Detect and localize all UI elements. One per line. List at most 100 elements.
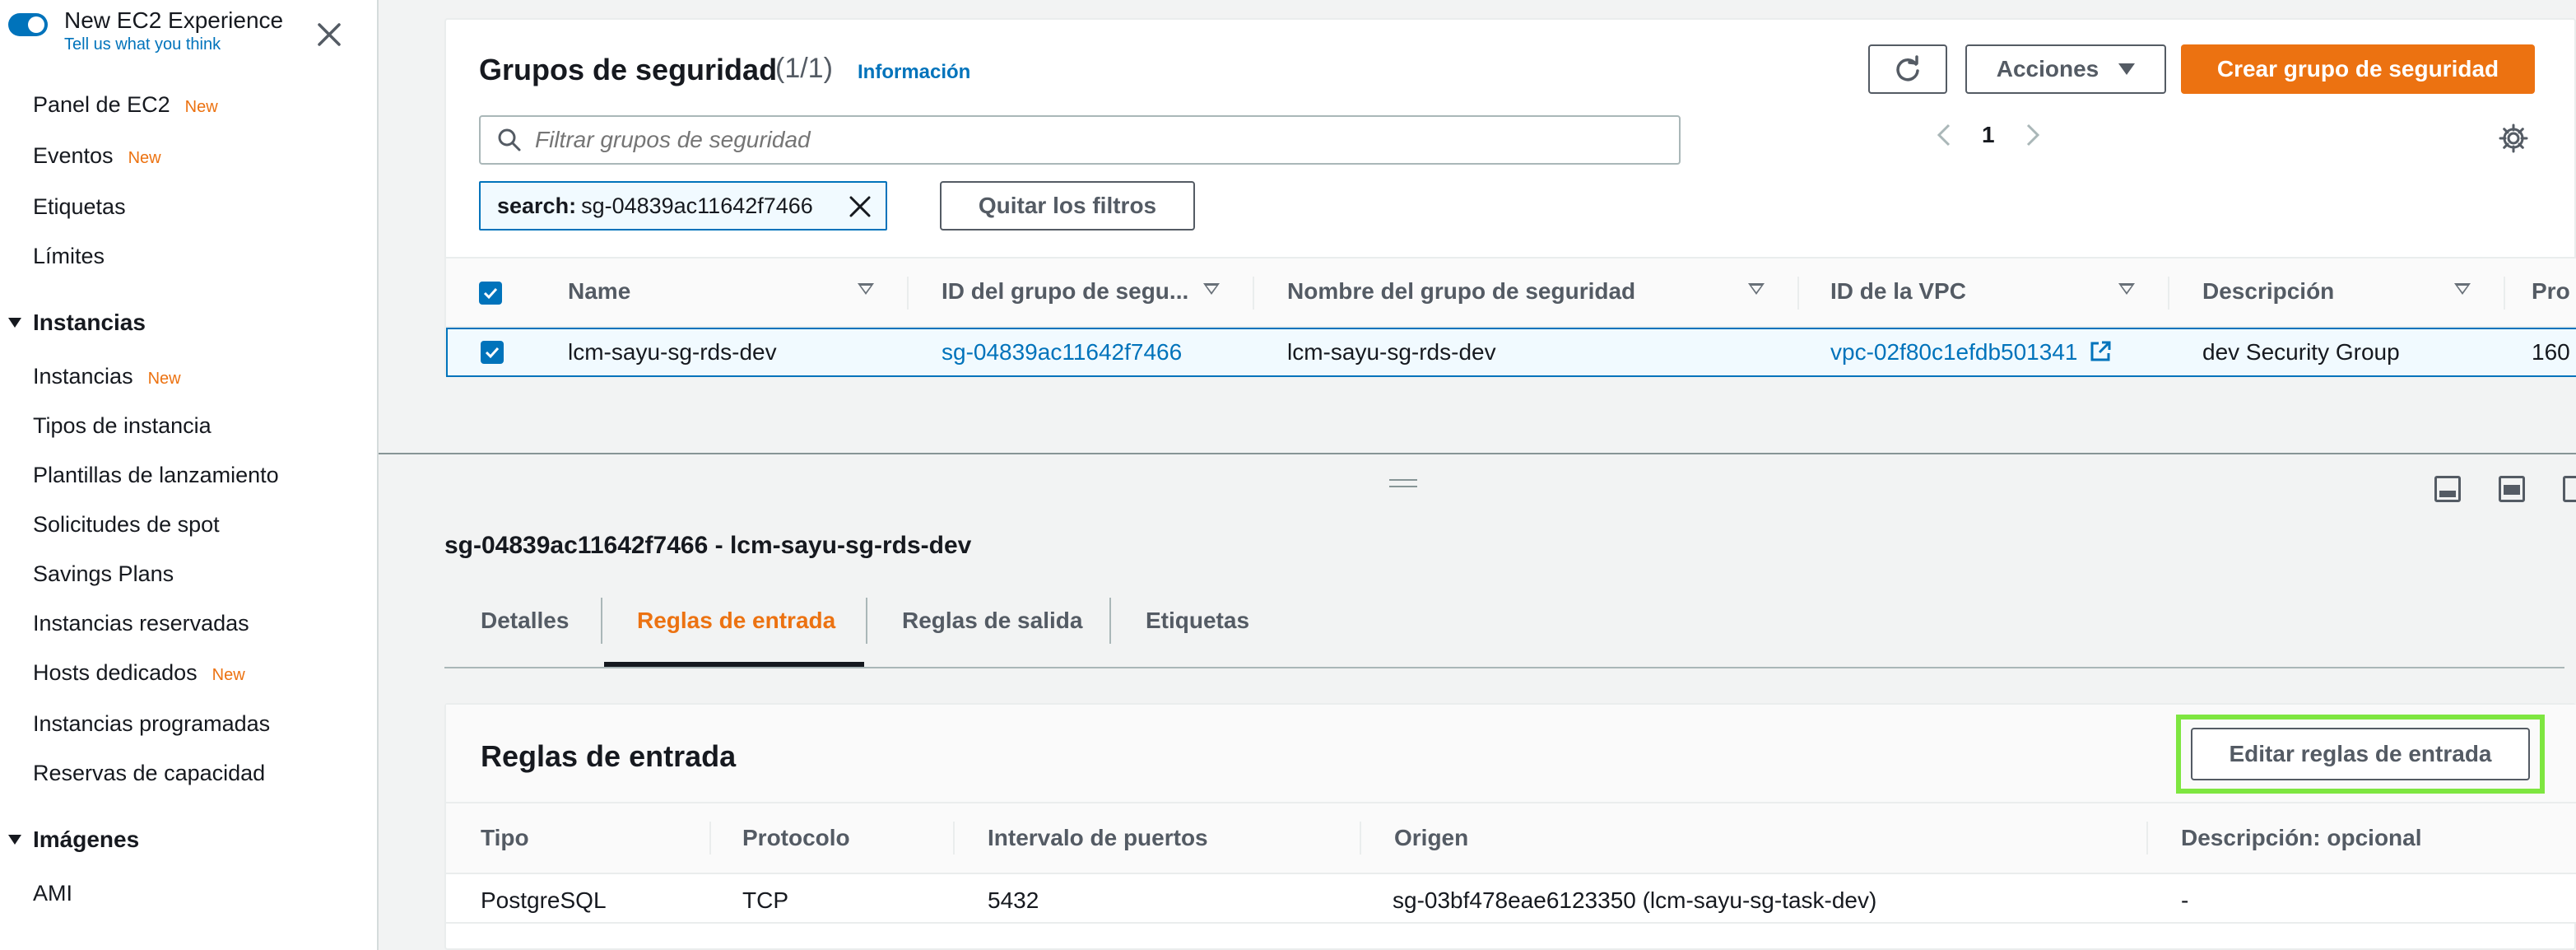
edit-inbound-rules-button[interactable]: Editar reglas de entrada: [2191, 728, 2530, 780]
table-row[interactable]: lcm-sayu-sg-rds-dev sg-04839ac11642f7466…: [446, 328, 2576, 377]
cell-vpc-id-link[interactable]: vpc-02f80c1efdb501341: [1830, 339, 2112, 366]
sidebar-item-label: Instancias: [33, 364, 133, 389]
column-divider[interactable]: [709, 822, 711, 855]
chevron-left-icon[interactable]: [1936, 122, 1952, 148]
column-header-group-id[interactable]: ID del grupo de segu...: [942, 278, 1188, 305]
tab-outbound-rules[interactable]: Reglas de salida: [902, 608, 1082, 634]
filter-search-input[interactable]: [535, 127, 1605, 153]
sidebar-item-tags[interactable]: Etiquetas: [33, 193, 126, 221]
column-divider[interactable]: [907, 277, 909, 310]
chevron-right-icon[interactable]: [2025, 122, 2041, 148]
tab-separator: [1109, 598, 1111, 644]
sidebar-item-limits[interactable]: Límites: [33, 242, 105, 270]
sidebar-item-label: Panel de EC2: [33, 92, 170, 117]
panel-title: Grupos de seguridad: [479, 53, 778, 86]
layout-side-icon[interactable]: [2563, 476, 2576, 502]
filter-search-box[interactable]: [479, 115, 1681, 165]
new-badge: New: [212, 666, 245, 684]
info-link[interactable]: Información: [858, 61, 970, 84]
pagination: 1: [1936, 122, 2041, 148]
column-divider[interactable]: [2168, 277, 2169, 310]
new-experience-toggle-row: New EC2 Experience Tell us what you thin…: [8, 7, 283, 54]
details-tabs: Detalles Reglas de entrada Reglas de sal…: [444, 593, 2564, 668]
section-label: Imágenes: [33, 827, 140, 852]
sidebar-item-label: Etiquetas: [33, 194, 126, 219]
refresh-icon: [1896, 55, 1919, 81]
layout-bottom-icon[interactable]: [2434, 476, 2461, 502]
sidebar-item-ec2-dashboard[interactable]: Panel de EC2 New: [33, 91, 218, 121]
create-security-group-button[interactable]: Crear grupo de seguridad: [2181, 44, 2535, 94]
search-icon: [498, 128, 521, 151]
sidebar-item-ami[interactable]: AMI: [33, 879, 72, 907]
column-divider[interactable]: [1797, 277, 1799, 310]
column-divider[interactable]: [953, 822, 955, 855]
new-badge: New: [147, 370, 181, 388]
filter-token-value: sg-04839ac11642f7466: [581, 193, 813, 218]
sidebar-item-dedicated-hosts[interactable]: Hosts dedicados New: [33, 659, 245, 689]
sort-icon[interactable]: [1203, 283, 1220, 295]
sidebar-item-instances[interactable]: Instancias New: [33, 362, 181, 393]
inbound-rules-panel: Reglas de entrada Editar reglas de entra…: [444, 703, 2576, 950]
column-header-vpc-id[interactable]: ID de la VPC: [1830, 278, 1966, 305]
column-divider[interactable]: [1253, 277, 1254, 310]
sidebar-item-label: AMI: [33, 881, 73, 906]
sidebar-item-events[interactable]: Eventos New: [33, 142, 161, 172]
gear-icon[interactable]: [2499, 123, 2528, 153]
actions-dropdown-button[interactable]: Acciones: [1965, 44, 2166, 94]
sidebar-item-launch-templates[interactable]: Plantillas de lanzamiento: [33, 461, 279, 489]
column-header-port-range: Intervalo de puertos: [988, 825, 1208, 850]
remove-filter-icon[interactable]: [846, 193, 874, 221]
filter-token: search: sg-04839ac11642f7466: [479, 181, 887, 231]
new-badge: New: [184, 98, 218, 116]
external-link-icon: [2090, 341, 2111, 361]
resize-handle-icon[interactable]: [1389, 479, 1417, 487]
page-number[interactable]: 1: [1982, 122, 1995, 148]
sidebar-item-savings-plans[interactable]: Savings Plans: [33, 560, 174, 588]
sidebar-item-capacity-reservations[interactable]: Reservas de capacidad: [33, 759, 265, 787]
sidebar-item-label: Savings Plans: [33, 561, 174, 586]
row-checkbox[interactable]: [481, 341, 504, 364]
caret-down-icon: [8, 835, 21, 845]
column-header-description[interactable]: Descripción: [2202, 278, 2334, 305]
sidebar-item-label: Plantillas de lanzamiento: [33, 463, 279, 487]
checkmark-icon: [485, 347, 500, 359]
sidebar-item-spot-requests[interactable]: Solicitudes de spot: [33, 510, 220, 538]
sidebar-section-instances[interactable]: Instancias: [8, 310, 146, 336]
vpc-id-text: vpc-02f80c1efdb501341: [1830, 339, 2078, 365]
cell-description: dev Security Group: [2202, 339, 2400, 365]
cell-group-id-link[interactable]: sg-04839ac11642f7466: [942, 339, 1182, 366]
column-divider[interactable]: [2504, 277, 2505, 310]
sidebar-item-scheduled-instances[interactable]: Instancias programadas: [33, 710, 270, 738]
tab-tags[interactable]: Etiquetas: [1146, 608, 1249, 634]
feedback-link[interactable]: Tell us what you think: [64, 35, 283, 54]
tab-details[interactable]: Detalles: [481, 608, 569, 634]
details-title: sg-04839ac11642f7466 - lcm-sayu-sg-rds-d…: [444, 532, 972, 559]
sidebar: New EC2 Experience Tell us what you thin…: [0, 0, 379, 950]
sidebar-item-label: Reservas de capacidad: [33, 761, 266, 785]
tab-inbound-rules[interactable]: Reglas de entrada: [637, 608, 835, 634]
select-all-checkbox[interactable]: [479, 282, 502, 305]
layout-full-icon[interactable]: [2499, 476, 2525, 502]
checkmark-icon: [483, 287, 498, 300]
new-experience-toggle[interactable]: [8, 13, 48, 36]
tab-separator: [866, 598, 867, 644]
sort-icon[interactable]: [858, 283, 874, 295]
column-header-group-name[interactable]: Nombre del grupo de seguridad: [1287, 278, 1635, 305]
clear-filters-button[interactable]: Quitar los filtros: [940, 181, 1195, 231]
column-header-source: Origen: [1394, 825, 1469, 850]
column-header-name[interactable]: Name: [568, 278, 630, 305]
sidebar-item-instance-types[interactable]: Tipos de instancia: [33, 412, 212, 440]
sidebar-item-label: Límites: [33, 244, 105, 268]
sidebar-item-label: Instancias programadas: [33, 711, 271, 736]
close-icon[interactable]: [313, 18, 346, 51]
sidebar-item-reserved-instances[interactable]: Instancias reservadas: [33, 609, 249, 637]
column-divider[interactable]: [1360, 822, 1361, 855]
column-header-pro[interactable]: Pro: [2532, 278, 2570, 305]
sort-icon[interactable]: [2118, 283, 2135, 295]
refresh-button[interactable]: [1868, 44, 1947, 94]
sort-icon[interactable]: [1748, 283, 1765, 295]
sidebar-item-label: Hosts dedicados: [33, 660, 198, 685]
column-divider[interactable]: [2146, 822, 2148, 855]
sidebar-section-images[interactable]: Imágenes: [8, 827, 139, 853]
sort-icon[interactable]: [2454, 283, 2471, 295]
